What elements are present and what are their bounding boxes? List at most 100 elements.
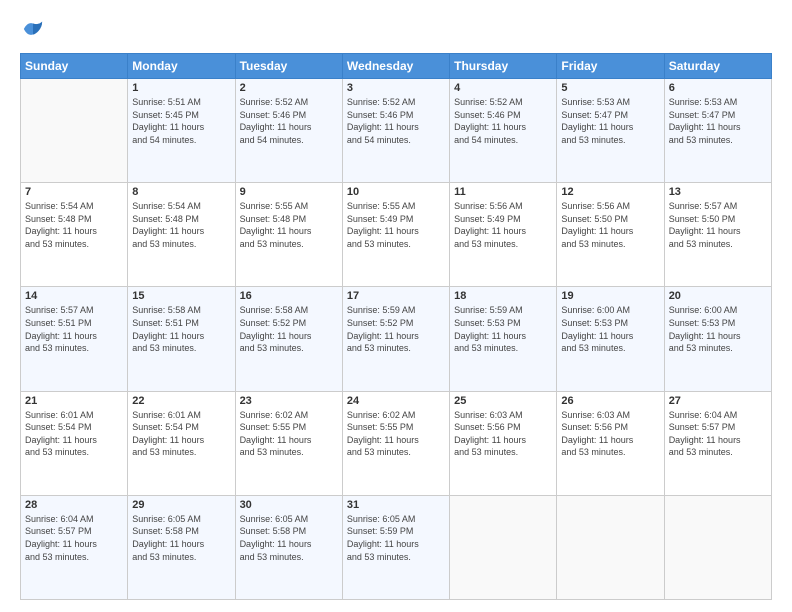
calendar-cell: 8 Sunrise: 5:54 AM Sunset: 5:48 PM Daylig… [128, 183, 235, 287]
day-number: 19 [561, 290, 659, 302]
day-info: Sunrise: 6:01 AM Sunset: 5:54 PM Dayligh… [132, 409, 230, 459]
weekday-header-saturday: Saturday [664, 54, 771, 79]
day-info: Sunrise: 5:59 AM Sunset: 5:52 PM Dayligh… [347, 304, 445, 354]
day-number: 25 [454, 395, 552, 407]
day-number: 13 [669, 186, 767, 198]
day-number: 14 [25, 290, 123, 302]
header [20, 18, 772, 43]
day-info: Sunrise: 5:54 AM Sunset: 5:48 PM Dayligh… [25, 200, 123, 250]
calendar-table: SundayMondayTuesdayWednesdayThursdayFrid… [20, 53, 772, 600]
weekday-header-monday: Monday [128, 54, 235, 79]
day-number: 7 [25, 186, 123, 198]
day-info: Sunrise: 5:52 AM Sunset: 5:46 PM Dayligh… [347, 96, 445, 146]
day-info: Sunrise: 6:01 AM Sunset: 5:54 PM Dayligh… [25, 409, 123, 459]
day-number: 24 [347, 395, 445, 407]
calendar-cell: 6 Sunrise: 5:53 AM Sunset: 5:47 PM Daylig… [664, 79, 771, 183]
day-number: 21 [25, 395, 123, 407]
calendar-cell: 13 Sunrise: 5:57 AM Sunset: 5:50 PM Dayli… [664, 183, 771, 287]
day-info: Sunrise: 5:52 AM Sunset: 5:46 PM Dayligh… [454, 96, 552, 146]
calendar-cell: 30 Sunrise: 6:05 AM Sunset: 5:58 PM Dayli… [235, 495, 342, 599]
day-info: Sunrise: 6:05 AM Sunset: 5:58 PM Dayligh… [240, 513, 338, 563]
day-number: 2 [240, 82, 338, 94]
day-number: 28 [25, 499, 123, 511]
calendar-cell: 2 Sunrise: 5:52 AM Sunset: 5:46 PM Daylig… [235, 79, 342, 183]
day-info: Sunrise: 5:55 AM Sunset: 5:49 PM Dayligh… [347, 200, 445, 250]
day-number: 12 [561, 186, 659, 198]
day-info: Sunrise: 6:04 AM Sunset: 5:57 PM Dayligh… [25, 513, 123, 563]
calendar-cell: 17 Sunrise: 5:59 AM Sunset: 5:52 PM Dayli… [342, 287, 449, 391]
logo-icon [22, 18, 44, 45]
calendar-cell: 14Sunrise: 5:57 AM Sunset: 5:51 PM Dayli… [21, 287, 128, 391]
day-number: 4 [454, 82, 552, 94]
day-info: Sunrise: 5:57 AM Sunset: 5:50 PM Dayligh… [669, 200, 767, 250]
day-number: 9 [240, 186, 338, 198]
day-number: 5 [561, 82, 659, 94]
page: SundayMondayTuesdayWednesdayThursdayFrid… [0, 0, 792, 612]
calendar-cell: 4 Sunrise: 5:52 AM Sunset: 5:46 PM Daylig… [450, 79, 557, 183]
day-number: 18 [454, 290, 552, 302]
calendar-cell [450, 495, 557, 599]
day-number: 8 [132, 186, 230, 198]
day-number: 15 [132, 290, 230, 302]
calendar-cell: 21 Sunrise: 6:01 AM Sunset: 5:54 PM Dayli… [21, 391, 128, 495]
calendar-cell: 12 Sunrise: 5:56 AM Sunset: 5:50 PM Dayli… [557, 183, 664, 287]
calendar-cell: 3Sunrise: 5:52 AM Sunset: 5:46 PM Daylig… [342, 79, 449, 183]
day-number: 23 [240, 395, 338, 407]
calendar-cell: 9 Sunrise: 5:55 AM Sunset: 5:48 PM Daylig… [235, 183, 342, 287]
day-info: Sunrise: 6:00 AM Sunset: 5:53 PM Dayligh… [561, 304, 659, 354]
weekday-header-wednesday: Wednesday [342, 54, 449, 79]
calendar-cell [21, 79, 128, 183]
day-info: Sunrise: 6:03 AM Sunset: 5:56 PM Dayligh… [454, 409, 552, 459]
day-number: 6 [669, 82, 767, 94]
day-info: Sunrise: 5:58 AM Sunset: 5:52 PM Dayligh… [240, 304, 338, 354]
day-info: Sunrise: 5:58 AM Sunset: 5:51 PM Dayligh… [132, 304, 230, 354]
day-number: 11 [454, 186, 552, 198]
calendar-cell: 29 Sunrise: 6:05 AM Sunset: 5:58 PM Dayli… [128, 495, 235, 599]
calendar-cell: 27Sunrise: 6:04 AM Sunset: 5:57 PM Dayli… [664, 391, 771, 495]
calendar-cell: 23 Sunrise: 6:02 AM Sunset: 5:55 PM Dayli… [235, 391, 342, 495]
weekday-header-thursday: Thursday [450, 54, 557, 79]
calendar-cell: 25 Sunrise: 6:03 AM Sunset: 5:56 PM Dayli… [450, 391, 557, 495]
calendar-cell: 24 Sunrise: 6:02 AM Sunset: 5:55 PM Dayli… [342, 391, 449, 495]
day-info: Sunrise: 5:54 AM Sunset: 5:48 PM Dayligh… [132, 200, 230, 250]
weekday-header-tuesday: Tuesday [235, 54, 342, 79]
day-info: Sunrise: 5:51 AM Sunset: 5:45 PM Dayligh… [132, 96, 230, 146]
calendar-cell: 16 Sunrise: 5:58 AM Sunset: 5:52 PM Dayli… [235, 287, 342, 391]
day-info: Sunrise: 5:52 AM Sunset: 5:46 PM Dayligh… [240, 96, 338, 146]
day-info: Sunrise: 6:05 AM Sunset: 5:59 PM Dayligh… [347, 513, 445, 563]
calendar-cell: 7 Sunrise: 5:54 AM Sunset: 5:48 PM Daylig… [21, 183, 128, 287]
calendar-cell: 10 Sunrise: 5:55 AM Sunset: 5:49 PM Dayli… [342, 183, 449, 287]
day-number: 26 [561, 395, 659, 407]
weekday-header-sunday: Sunday [21, 54, 128, 79]
calendar-cell: 1Sunrise: 5:51 AM Sunset: 5:45 PM Daylig… [128, 79, 235, 183]
calendar-cell: 19 Sunrise: 6:00 AM Sunset: 5:53 PM Dayli… [557, 287, 664, 391]
day-number: 20 [669, 290, 767, 302]
day-info: Sunrise: 6:03 AM Sunset: 5:56 PM Dayligh… [561, 409, 659, 459]
day-number: 27 [669, 395, 767, 407]
day-number: 17 [347, 290, 445, 302]
calendar-cell: 18 Sunrise: 5:59 AM Sunset: 5:53 PM Dayli… [450, 287, 557, 391]
day-info: Sunrise: 5:56 AM Sunset: 5:49 PM Dayligh… [454, 200, 552, 250]
day-number: 29 [132, 499, 230, 511]
day-number: 31 [347, 499, 445, 511]
day-info: Sunrise: 5:56 AM Sunset: 5:50 PM Dayligh… [561, 200, 659, 250]
day-number: 10 [347, 186, 445, 198]
day-info: Sunrise: 6:02 AM Sunset: 5:55 PM Dayligh… [347, 409, 445, 459]
calendar-cell [557, 495, 664, 599]
calendar-cell: 22Sunrise: 6:01 AM Sunset: 5:54 PM Dayli… [128, 391, 235, 495]
weekday-header-friday: Friday [557, 54, 664, 79]
day-info: Sunrise: 5:53 AM Sunset: 5:47 PM Dayligh… [669, 96, 767, 146]
day-info: Sunrise: 6:02 AM Sunset: 5:55 PM Dayligh… [240, 409, 338, 459]
day-info: Sunrise: 5:55 AM Sunset: 5:48 PM Dayligh… [240, 200, 338, 250]
calendar-cell: 15 Sunrise: 5:58 AM Sunset: 5:51 PM Dayli… [128, 287, 235, 391]
day-number: 30 [240, 499, 338, 511]
calendar-cell: 28 Sunrise: 6:04 AM Sunset: 5:57 PM Dayli… [21, 495, 128, 599]
calendar-cell: 26 Sunrise: 6:03 AM Sunset: 5:56 PM Dayli… [557, 391, 664, 495]
day-info: Sunrise: 5:59 AM Sunset: 5:53 PM Dayligh… [454, 304, 552, 354]
day-info: Sunrise: 6:00 AM Sunset: 5:53 PM Dayligh… [669, 304, 767, 354]
calendar-cell: 5 Sunrise: 5:53 AM Sunset: 5:47 PM Daylig… [557, 79, 664, 183]
day-number: 16 [240, 290, 338, 302]
day-info: Sunrise: 5:53 AM Sunset: 5:47 PM Dayligh… [561, 96, 659, 146]
day-info: Sunrise: 6:05 AM Sunset: 5:58 PM Dayligh… [132, 513, 230, 563]
calendar-cell [664, 495, 771, 599]
